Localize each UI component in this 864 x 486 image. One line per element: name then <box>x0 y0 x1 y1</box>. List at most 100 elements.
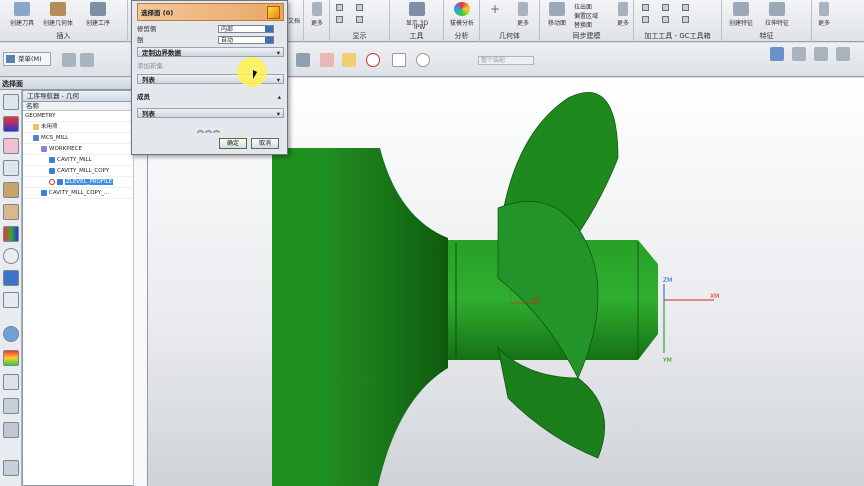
display-icon-a[interactable] <box>336 4 345 11</box>
list-section-2[interactable]: 列表 ▾ <box>137 108 284 118</box>
move-face-button[interactable]: 移动面 <box>542 2 572 30</box>
document-button[interactable]: 文档 <box>288 16 300 25</box>
offset-region-button[interactable]: 偏置区域 <box>574 11 598 20</box>
navigator-tree: GEOMETRY 未用项 MCS_MILL WORKPIECE CAVITY_MILL✔… <box>23 111 147 199</box>
settings-icon[interactable] <box>836 47 850 61</box>
palette-icon[interactable] <box>3 398 19 414</box>
ribbon-group-sync: 移动面 拉出面 偏置区域 替换面 更多 同步建模 <box>540 0 634 42</box>
ribbon-group-geometry: + 更多 几何体 <box>480 0 540 42</box>
box-icon <box>336 4 343 11</box>
roles-icon[interactable] <box>3 350 19 366</box>
render-icon[interactable] <box>814 47 828 61</box>
plane-dropdown[interactable]: 自动 <box>218 36 274 44</box>
rotate-icon[interactable] <box>296 53 310 67</box>
reuse-library-icon[interactable] <box>3 160 19 176</box>
navigator-row-label: MCS_MILL <box>41 135 69 141</box>
more-button-1[interactable]: 更多 <box>304 2 330 30</box>
ribbon-group-display: 显示 <box>330 0 390 42</box>
filter-icon[interactable] <box>62 53 76 67</box>
process-studio-icon[interactable] <box>3 292 19 308</box>
navigator-row[interactable]: 未用项 <box>23 122 147 133</box>
point-icon[interactable] <box>320 53 334 67</box>
create-operation-button[interactable]: 创建工序 <box>80 2 116 30</box>
group-caption-sync: 同步建模 <box>572 32 601 40</box>
display-icon-b[interactable] <box>356 4 365 11</box>
flange-face <box>272 148 332 486</box>
navigator-row[interactable]: CAVITY_MILL_COPY✔ <box>23 166 147 177</box>
toolbox-icon-d[interactable] <box>642 16 651 23</box>
display-icon-d[interactable] <box>356 16 365 23</box>
toolbox-icon-a[interactable] <box>642 4 651 11</box>
replace-face-button[interactable]: 替换面 <box>574 20 592 29</box>
assembly-filter-dropdown[interactable]: 整个装配 <box>478 56 534 65</box>
toolbox-icon-f[interactable] <box>682 16 691 23</box>
machine-tool-icon[interactable] <box>3 226 19 242</box>
draft-analysis-button[interactable]: 拔模分析 <box>447 2 477 30</box>
more-button-4[interactable]: 更多 <box>812 2 836 30</box>
trim-side-dropdown[interactable]: 内部 <box>218 25 274 33</box>
toolbox-icon-e[interactable] <box>662 16 671 23</box>
navigator-row[interactable]: CAVITY_MILL✔ <box>23 155 147 166</box>
pull-face-button[interactable]: 拉出面 <box>574 2 592 11</box>
more-button-2[interactable]: 更多 <box>508 2 538 30</box>
collapse-chevrons-icon[interactable]: ︽︽︽ <box>197 125 221 135</box>
toolbox-icon-c[interactable] <box>682 4 691 11</box>
operation-navigator-icon[interactable] <box>3 204 19 220</box>
hd3d-icon[interactable] <box>3 182 19 198</box>
layer-icon[interactable] <box>792 47 806 61</box>
select-face-row[interactable]: 选择面 (0) <box>137 3 284 21</box>
tool-icon <box>662 4 669 11</box>
part-navigator-icon[interactable] <box>3 138 19 154</box>
draft-analysis-icon <box>454 2 470 16</box>
tool-icon <box>14 2 30 16</box>
cancel-button[interactable]: 取消 <box>251 138 279 149</box>
more-icon <box>518 2 528 16</box>
snap-icon[interactable] <box>80 53 94 67</box>
trim-side-row: 修剪侧 内部 <box>137 24 284 34</box>
manufacturing-wizard-icon[interactable] <box>3 460 19 476</box>
more-button-3[interactable]: 更多 <box>612 2 634 30</box>
custom-boundary-section[interactable]: 定制边界数据 ▾ <box>137 47 284 57</box>
circle-icon[interactable] <box>366 53 380 67</box>
system-materials-icon[interactable] <box>3 374 19 390</box>
navigator-row[interactable]: MCS_MILL <box>23 133 147 144</box>
menu-button[interactable]: 菜单(M) <box>3 52 51 66</box>
zm-label: ZM <box>663 277 672 284</box>
navigator-row-label: CAVITY_MILL_COPY_... <box>49 190 110 196</box>
create-geometry-button[interactable]: 创建几何体 <box>40 2 76 30</box>
toolbox-icon-b[interactable] <box>662 4 671 11</box>
operation-navigator: 工序导航器 - 几何 名称 GEOMETRY 未用项 MCS_MILL WORKPIE… <box>22 90 148 486</box>
target-icon[interactable] <box>416 53 430 67</box>
navigator-row[interactable]: CAVITY_MILL_COPY_...✔ <box>23 188 147 199</box>
navigator-column-name[interactable]: 名称 <box>23 102 147 111</box>
display-icon-c[interactable] <box>336 16 345 23</box>
tools-icon[interactable] <box>3 422 19 438</box>
navigator-row[interactable]: WORKPIECE <box>23 144 147 155</box>
view-icon[interactable] <box>770 47 784 61</box>
navigator-row-label: ZLEVEL_PROFILE <box>65 179 114 185</box>
operation-icon <box>49 156 55 163</box>
navigator-row[interactable]: GEOMETRY <box>23 111 147 122</box>
create-feature-button[interactable]: 创建特征 <box>724 2 758 30</box>
ribbon-group-feature: 创建特征 拉伸特征 特征 <box>722 0 812 42</box>
select-face-label: 选择面 <box>0 78 148 90</box>
resource-bar <box>0 90 22 486</box>
blade-bottom <box>497 346 605 459</box>
web-browser-icon[interactable] <box>3 248 19 264</box>
history-icon[interactable] <box>3 270 19 286</box>
plus-icon: + <box>489 2 501 16</box>
geometry-plus-button[interactable]: + <box>482 2 508 30</box>
pull-boss-button[interactable]: 拉伸特征 <box>760 2 794 30</box>
ok-button[interactable]: 确定 <box>219 138 247 149</box>
box-icon <box>356 4 363 11</box>
xc-label: XC <box>532 297 539 303</box>
constraint-navigator-icon[interactable] <box>3 116 19 132</box>
select-face-icon <box>267 6 280 19</box>
create-tool-button[interactable]: 创建刀具 <box>4 2 40 30</box>
assembly-navigator-icon[interactable] <box>3 94 19 110</box>
navigator-row[interactable]: ZLEVEL_PROFILE✕ <box>23 177 147 188</box>
chevron-up-icon[interactable]: ▴ <box>278 92 281 102</box>
clock-icon[interactable] <box>3 326 19 342</box>
orient-icon[interactable] <box>342 53 356 67</box>
line-icon[interactable] <box>392 53 406 67</box>
